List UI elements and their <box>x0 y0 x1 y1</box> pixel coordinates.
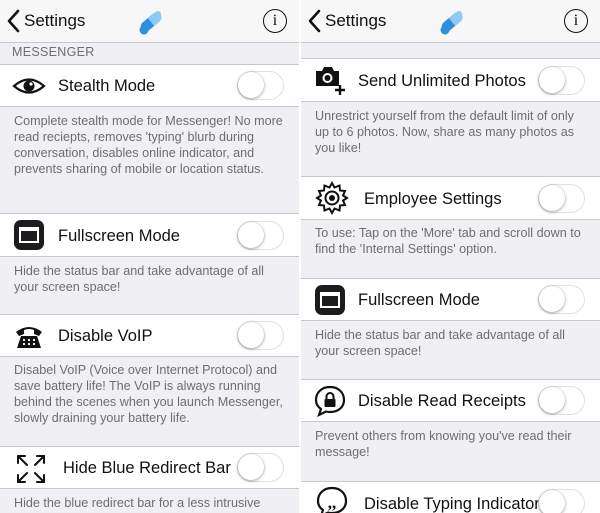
switch-knob <box>539 286 565 312</box>
switch-knob <box>238 222 264 248</box>
employee-settings-title: Employee Settings <box>364 190 502 208</box>
send-unlimited-photos-row: Send Unlimited Photos <box>301 58 600 102</box>
stealth-mode-title: Stealth Mode <box>58 77 156 95</box>
lock-bubble-icon <box>314 385 346 418</box>
back-button-label: Settings <box>325 11 387 30</box>
hide-blue-redirect-bar-description: Hide the blue redirect bar for a less in… <box>14 496 261 510</box>
switch-knob <box>238 454 264 480</box>
pills-logo-icon <box>139 11 162 35</box>
pills-logo-icon <box>440 11 463 35</box>
right-settings-pane: Settings i Send Unlimited Photos Unrestr… <box>301 0 600 513</box>
fullscreen-mode-description: Hide the status bar and take advantage o… <box>14 264 264 294</box>
fullscreen-mode-row: Fullscreen Mode <box>0 213 299 257</box>
stealth-mode-row: Stealth Mode <box>0 64 299 107</box>
info-button[interactable]: i <box>263 9 287 33</box>
section-header-messenger: MESSENGER <box>12 45 95 59</box>
disable-read-receipts-switch[interactable] <box>538 386 585 415</box>
expand-arrows-icon <box>17 455 45 483</box>
gear-icon <box>315 181 349 215</box>
hide-blue-redirect-bar-title: Hide Blue Redirect Bar <box>63 459 231 477</box>
hide-blue-redirect-bar-switch[interactable] <box>237 453 284 482</box>
info-button[interactable]: i <box>564 9 588 33</box>
switch-knob <box>539 387 565 413</box>
telephone-icon <box>16 327 42 348</box>
fullscreen-icon <box>315 285 345 315</box>
fullscreen-mode-description: Hide the status bar and take advantage o… <box>315 328 565 358</box>
fullscreen-mode-title: Fullscreen Mode <box>358 291 480 309</box>
disable-voip-description: Disabel VoIP (Voice over Internet Protoc… <box>14 363 283 425</box>
eye-icon <box>12 78 46 94</box>
disable-voip-switch[interactable] <box>237 321 284 350</box>
fullscreen-icon <box>14 220 44 250</box>
disable-voip-row: Disable VoIP <box>0 314 299 357</box>
svg-text:,,: ,, <box>328 493 337 512</box>
disable-typing-indicator-switch[interactable] <box>538 489 585 513</box>
employee-settings-row: Employee Settings <box>301 176 600 220</box>
navigation-bar: Settings i <box>301 0 600 43</box>
left-settings-pane: Settings i MESSENGER Stealth Mode Comple… <box>0 0 299 513</box>
stealth-mode-description: Complete stealth mode for Messenger! No … <box>14 114 283 176</box>
switch-knob <box>539 185 565 211</box>
fullscreen-mode-row: Fullscreen Mode <box>301 278 600 321</box>
switch-knob <box>539 490 565 513</box>
employee-settings-switch[interactable] <box>538 184 585 213</box>
switch-knob <box>238 322 264 348</box>
disable-read-receipts-title: Disable Read Receipts <box>358 392 526 410</box>
fullscreen-mode-title: Fullscreen Mode <box>58 227 180 245</box>
chevron-left-icon <box>308 9 321 33</box>
switch-knob <box>238 72 264 98</box>
switch-knob <box>539 67 565 93</box>
fullscreen-mode-switch[interactable] <box>237 221 284 250</box>
disable-read-receipts-row: Disable Read Receipts <box>301 379 600 422</box>
employee-settings-description: To use: Tap on the 'More' tab and scroll… <box>315 226 581 256</box>
disable-read-receipts-description: Prevent others from knowing you've read … <box>315 429 572 459</box>
back-button[interactable]: Settings <box>6 8 85 34</box>
back-button-label: Settings <box>24 11 86 30</box>
fullscreen-mode-switch[interactable] <box>538 285 585 314</box>
disable-typing-indicator-row: ,, Disable Typing Indicator <box>301 481 600 513</box>
chevron-left-icon <box>7 9 20 33</box>
send-unlimited-photos-switch[interactable] <box>538 66 585 95</box>
stealth-mode-switch[interactable] <box>237 71 284 100</box>
back-button[interactable]: Settings <box>307 8 386 34</box>
send-unlimited-photos-title: Send Unlimited Photos <box>358 72 526 90</box>
send-unlimited-photos-description: Unrestrict yourself from the default lim… <box>315 109 575 155</box>
disable-voip-title: Disable VoIP <box>58 327 153 345</box>
navigation-bar: Settings i <box>0 0 299 43</box>
camera-plus-icon <box>316 67 345 95</box>
disable-typing-indicator-title: Disable Typing Indicator <box>364 495 540 513</box>
quote-bubble-icon: ,, <box>316 486 348 513</box>
hide-blue-redirect-bar-row: Hide Blue Redirect Bar <box>0 446 299 489</box>
